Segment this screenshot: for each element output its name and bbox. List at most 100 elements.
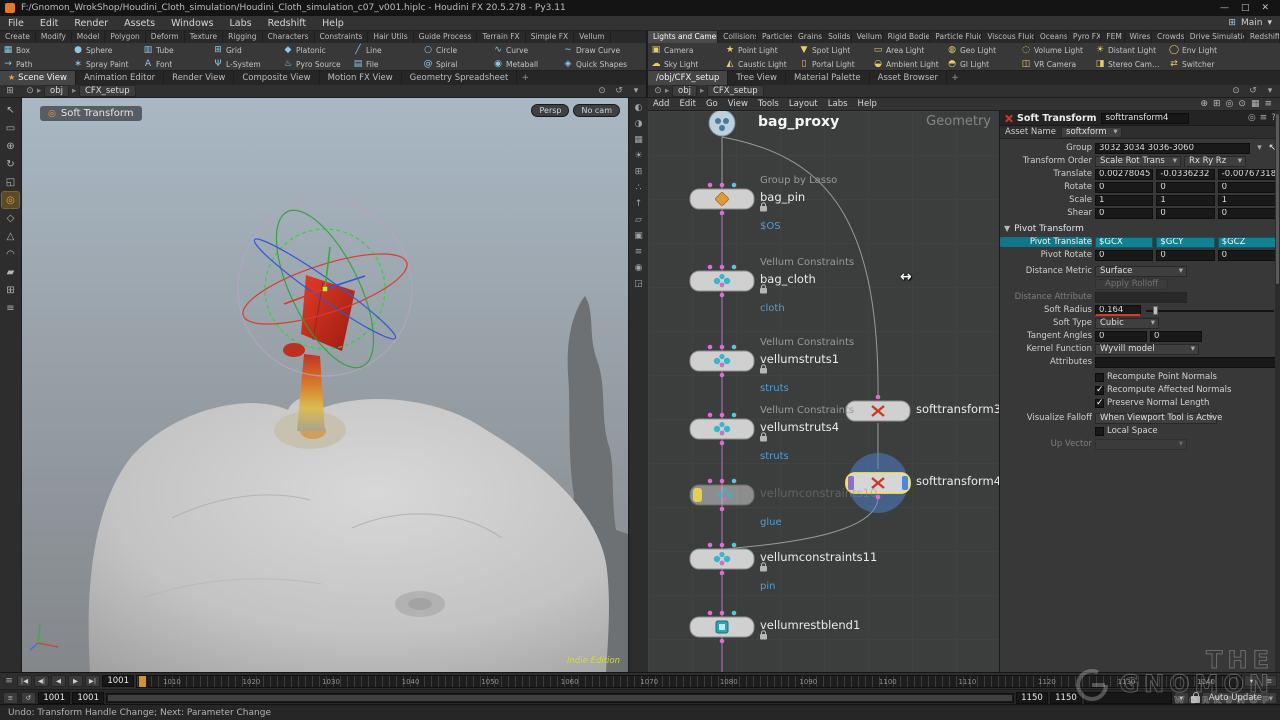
pathbar-icon[interactable]: ▾: [630, 86, 642, 96]
visualize-falloff-dropdown[interactable]: When Viewport Tool is Active: [1095, 413, 1217, 424]
pin-icon[interactable]: ⊙: [652, 86, 664, 96]
shelf-tool[interactable]: ▭Area Light: [870, 43, 944, 57]
parameter-scrollbar[interactable]: [1275, 111, 1280, 672]
node-body-bag_cloth[interactable]: [690, 271, 754, 291]
close-button[interactable]: ✕: [1261, 3, 1269, 13]
translate-z-field[interactable]: -0.00767318: [1218, 169, 1276, 180]
desktop-selector[interactable]: Main: [1241, 18, 1263, 28]
network-toolbar-icon[interactable]: ◎: [1226, 99, 1234, 109]
pathbar-icon[interactable]: ⊙: [596, 86, 608, 96]
viewport-display-toggle[interactable]: ◉: [632, 261, 646, 274]
node-body-vellumconstraints11[interactable]: [690, 549, 754, 569]
asset-name-dropdown[interactable]: softxform: [1061, 127, 1122, 138]
tangent-angle-1-field[interactable]: 0: [1095, 331, 1147, 342]
global-end-field[interactable]: 1150: [1050, 692, 1082, 704]
playbar-range-button[interactable]: ≡: [3, 692, 18, 704]
viewport-tool-button[interactable]: ▰: [2, 264, 19, 280]
transform-order-dropdown[interactable]: Scale Rot Trans: [1095, 156, 1181, 167]
projection-selector[interactable]: Persp: [531, 104, 569, 117]
shelf-tab[interactable]: Model: [72, 31, 106, 43]
shelf-tool[interactable]: AFont: [140, 57, 210, 70]
network-menu-item[interactable]: Help: [853, 99, 882, 109]
shelf-tab[interactable]: Redshift: [1245, 31, 1280, 43]
scale-y-field[interactable]: 1: [1156, 195, 1214, 206]
pane-tab[interactable]: ★Render View: [164, 71, 234, 85]
shelf-tool[interactable]: ⊞Grid: [210, 43, 280, 57]
pane-tab[interactable]: ★Motion FX View: [320, 71, 402, 85]
apply-rolloff-button[interactable]: Apply Rolloff: [1095, 279, 1168, 290]
breadcrumb[interactable]: obj: [672, 85, 697, 97]
viewport-display-toggle[interactable]: ≡: [632, 245, 646, 258]
network-toolbar-icon[interactable]: ⊞: [1213, 99, 1221, 109]
menu-item[interactable]: Redshift: [260, 17, 315, 30]
pivot-rotate-y-field[interactable]: 0: [1156, 250, 1214, 261]
transport-button[interactable]: ◀: [51, 675, 66, 687]
viewport-tool-button[interactable]: ⊞: [2, 282, 19, 298]
network-toolbar-icon[interactable]: ⊕: [1200, 99, 1208, 109]
shelf-tab[interactable]: Drive Simulation: [1185, 31, 1245, 43]
translate-x-field[interactable]: 0.00278045: [1095, 169, 1153, 180]
distance-metric-dropdown[interactable]: Surface: [1095, 266, 1187, 277]
viewport-tool-button[interactable]: ◇: [2, 210, 19, 226]
network-menu-item[interactable]: View: [723, 99, 753, 109]
viewport-canvas[interactable]: ◎ Soft Transform Persp No cam Indie Edit…: [22, 98, 628, 672]
node-body-softtransform4[interactable]: [846, 473, 910, 493]
shelf-tool[interactable]: ◨Stereo Camera: [1092, 57, 1166, 70]
shelf-tab[interactable]: Polygon: [105, 31, 145, 43]
menu-item[interactable]: Windows: [163, 17, 221, 30]
shelf-tool[interactable]: ▣Camera: [648, 43, 722, 57]
shelf-tab[interactable]: Crowds: [1152, 31, 1185, 43]
shelf-tool[interactable]: ◫VR Camera: [1018, 57, 1092, 70]
soft-radius-field[interactable]: 0.164: [1095, 305, 1141, 316]
network-menu-item[interactable]: Tools: [753, 99, 784, 109]
pivot-handle[interactable]: [323, 287, 328, 292]
transport-button[interactable]: ▶: [68, 675, 83, 687]
pathbar-icon[interactable]: ↺: [613, 86, 625, 96]
scoped-channels-field[interactable]: [1084, 692, 1172, 704]
pane-tab[interactable]: Material Palette: [786, 71, 870, 85]
viewport-tool-button[interactable]: ↖: [2, 102, 19, 118]
shelf-tab[interactable]: Texture: [185, 31, 223, 43]
pathbar-icon[interactable]: ▾: [1264, 86, 1276, 96]
viewport-tool-button[interactable]: ◱: [2, 174, 19, 190]
playback-start-field[interactable]: 1001: [72, 692, 104, 704]
shelf-tool[interactable]: ◆Platonic: [280, 43, 350, 57]
group-menu-caret[interactable]: ▾: [1253, 143, 1265, 153]
menu-item[interactable]: Edit: [32, 17, 66, 30]
group-field[interactable]: 3032 3034 3036-3060: [1095, 143, 1250, 154]
node-name-field[interactable]: softtransform4: [1101, 113, 1189, 124]
pivot-translate-z-field[interactable]: $GCZ: [1218, 237, 1276, 248]
shelf-tab[interactable]: Modify: [36, 31, 72, 43]
shelf-tool[interactable]: ◒Ambient Light: [870, 57, 944, 70]
shelf-tab[interactable]: Particles: [757, 31, 793, 43]
shelf-tab[interactable]: Viscous Fluids: [982, 31, 1035, 43]
menu-item[interactable]: File: [0, 17, 32, 30]
pane-tab[interactable]: ★Geometry Spreadsheet: [402, 71, 518, 85]
menu-item[interactable]: Help: [314, 17, 352, 30]
shelf-tool[interactable]: ♨Pyro Source: [280, 57, 350, 70]
node-body-softtransform3[interactable]: [846, 401, 910, 421]
frame-range-slider[interactable]: [106, 693, 1014, 703]
shelf-tool[interactable]: ▯Portal Light: [796, 57, 870, 70]
shelf-tool[interactable]: @Spiral: [420, 57, 490, 70]
viewport-tool-button[interactable]: ↻: [2, 156, 19, 172]
up-vector-dropdown[interactable]: [1095, 439, 1187, 450]
shelf-tool[interactable]: ∗Spray Paint: [70, 57, 140, 70]
pivot-rotate-z-field[interactable]: 0: [1218, 250, 1276, 261]
node-body-vellumrestblend1[interactable]: [690, 617, 754, 637]
shelf-tool[interactable]: ∼Draw Curve: [560, 43, 630, 57]
timeline-ruler[interactable]: 1010102010301040105010601070108010901100…: [136, 675, 1242, 688]
shelf-tab[interactable]: Lights and Cameras: [648, 31, 718, 43]
pin-icon[interactable]: ⊙: [24, 86, 36, 96]
camera-selector[interactable]: No cam: [573, 104, 620, 117]
viewport-display-toggle[interactable]: ◐: [632, 101, 646, 114]
shelf-tool[interactable]: ∿Curve: [490, 43, 560, 57]
rotate-y-field[interactable]: 0: [1156, 182, 1214, 193]
param-header-icon[interactable]: ◎: [1248, 113, 1256, 123]
shelf-tool[interactable]: ◍Geo Light: [944, 43, 1018, 57]
tangent-angle-2-field[interactable]: 0: [1150, 331, 1202, 342]
playbar-range-button[interactable]: ↺: [21, 692, 36, 704]
shelf-tab[interactable]: Particle Fluids: [930, 31, 982, 43]
viewport-display-toggle[interactable]: ◑: [632, 117, 646, 130]
viewport-tool-button[interactable]: ⊕: [2, 138, 19, 154]
